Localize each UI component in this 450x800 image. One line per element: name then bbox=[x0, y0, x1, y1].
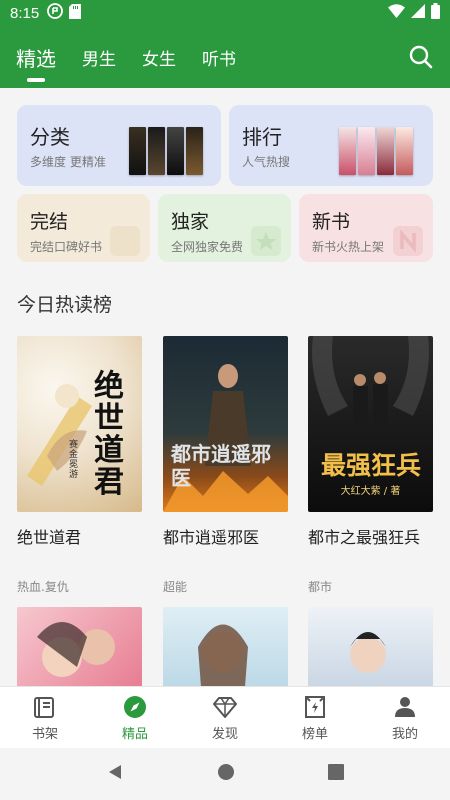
cover-author-text: 大红大紫 / 著 bbox=[340, 486, 401, 497]
recents-icon[interactable] bbox=[327, 764, 344, 784]
nav-ranking[interactable]: 榜单 bbox=[270, 687, 360, 748]
exclusive-card[interactable]: 独家 全网独家免费 bbox=[158, 194, 291, 262]
tab-featured[interactable]: 精选 bbox=[16, 43, 56, 82]
sd-card-icon bbox=[69, 3, 82, 23]
status-bar: 8:15 bbox=[0, 0, 450, 26]
ranking-card[interactable]: 排行 人气热搜 bbox=[229, 105, 433, 186]
book-cover: 都市逍遥邪医 bbox=[163, 336, 288, 512]
category-subtitle: 多维度 更精准 bbox=[30, 155, 106, 169]
book-cover[interactable] bbox=[163, 607, 288, 686]
status-time: 8:15 bbox=[10, 4, 40, 22]
star-watermark-icon bbox=[251, 226, 281, 256]
cover-title-text: 绝世道君 bbox=[94, 369, 124, 500]
signal-icon bbox=[411, 4, 425, 22]
diamond-icon bbox=[213, 696, 237, 718]
cover-author-text: 赛金冕游 bbox=[69, 440, 79, 480]
finished-watermark-icon bbox=[110, 226, 140, 256]
person-icon bbox=[395, 696, 415, 717]
system-navigation bbox=[0, 748, 450, 800]
new-books-subtitle: 新书火热上架 bbox=[312, 240, 385, 254]
category-card[interactable]: 分类 多维度 更精准 bbox=[17, 105, 221, 186]
book-title: 都市之最强狂兵 bbox=[308, 528, 421, 547]
wifi-icon bbox=[388, 4, 405, 22]
cover-title-text: 最强狂兵 bbox=[320, 451, 421, 480]
book-card[interactable]: 绝世道君 赛金冕游 绝世道君 热血.复仇 bbox=[17, 336, 142, 595]
finished-title: 完结 bbox=[30, 211, 69, 233]
cover-title-text: 都市逍遥邪医 bbox=[171, 442, 271, 490]
exclusive-title: 独家 bbox=[171, 211, 210, 233]
book-cover[interactable] bbox=[308, 607, 433, 686]
book-cover[interactable] bbox=[17, 607, 142, 686]
finished-subtitle: 完结口碑好书 bbox=[30, 240, 103, 254]
top-navigation: 精选 男生 女生 听书 bbox=[0, 26, 450, 88]
search-icon[interactable] bbox=[408, 44, 434, 70]
new-badge-icon bbox=[393, 226, 423, 256]
ranking-icon bbox=[305, 695, 325, 718]
new-books-title: 新书 bbox=[312, 211, 351, 233]
home-icon[interactable] bbox=[217, 763, 235, 785]
battery-icon bbox=[431, 3, 440, 23]
category-book-stack bbox=[129, 127, 203, 175]
tab-female[interactable]: 女生 bbox=[142, 45, 176, 70]
book-card[interactable]: 最强狂兵 大红大紫 / 著 都市之最强狂兵 都市 bbox=[308, 336, 433, 595]
book-cover: 最强狂兵 大红大紫 / 著 bbox=[308, 336, 433, 512]
nav-label: 榜单 bbox=[301, 726, 328, 742]
book-tag: 热血.复仇 bbox=[17, 580, 69, 594]
exclusive-subtitle: 全网独家免费 bbox=[171, 240, 244, 254]
nav-label: 书架 bbox=[31, 726, 58, 742]
ranking-title: 排行 bbox=[242, 125, 282, 149]
book-title: 都市逍遥邪医 bbox=[163, 528, 260, 547]
tab-audiobook[interactable]: 听书 bbox=[202, 45, 236, 70]
book-tag: 都市 bbox=[308, 580, 333, 594]
book-cover: 绝世道君 赛金冕游 bbox=[17, 336, 142, 512]
nav-bookshelf[interactable]: 书架 bbox=[0, 687, 90, 748]
nav-label: 精品 bbox=[121, 726, 148, 742]
book-title: 绝世道君 bbox=[17, 528, 82, 547]
tab-male[interactable]: 男生 bbox=[82, 45, 116, 70]
bottom-navigation: 书架 精品 发现 榜单 我的 bbox=[0, 686, 450, 748]
back-icon[interactable] bbox=[106, 763, 124, 785]
ranking-subtitle: 人气热搜 bbox=[242, 155, 291, 169]
section-title: 今日热读榜 bbox=[17, 294, 113, 316]
finished-card[interactable]: 完结 完结口碑好书 bbox=[17, 194, 150, 262]
nav-discover[interactable]: 发现 bbox=[180, 687, 270, 748]
nav-label: 我的 bbox=[391, 726, 418, 742]
book-tag: 超能 bbox=[163, 580, 188, 594]
nav-label: 发现 bbox=[211, 726, 238, 742]
bookshelf-icon bbox=[34, 696, 54, 718]
nav-profile[interactable]: 我的 bbox=[360, 687, 450, 748]
compass-icon bbox=[124, 695, 146, 718]
nav-featured[interactable]: 精品 bbox=[90, 687, 180, 748]
new-books-card[interactable]: 新书 新书火热上架 bbox=[299, 194, 433, 262]
main-content: 分类 多维度 更精准 排行 人气热搜 完结 完结口碑好书 独家 全网独家免费 新… bbox=[0, 88, 450, 686]
category-title: 分类 bbox=[30, 125, 70, 149]
ranking-book-stack bbox=[339, 127, 413, 175]
book-card[interactable]: 都市逍遥邪医 都市逍遥邪医 超能 bbox=[163, 336, 288, 595]
app-notification-icon bbox=[47, 3, 64, 23]
